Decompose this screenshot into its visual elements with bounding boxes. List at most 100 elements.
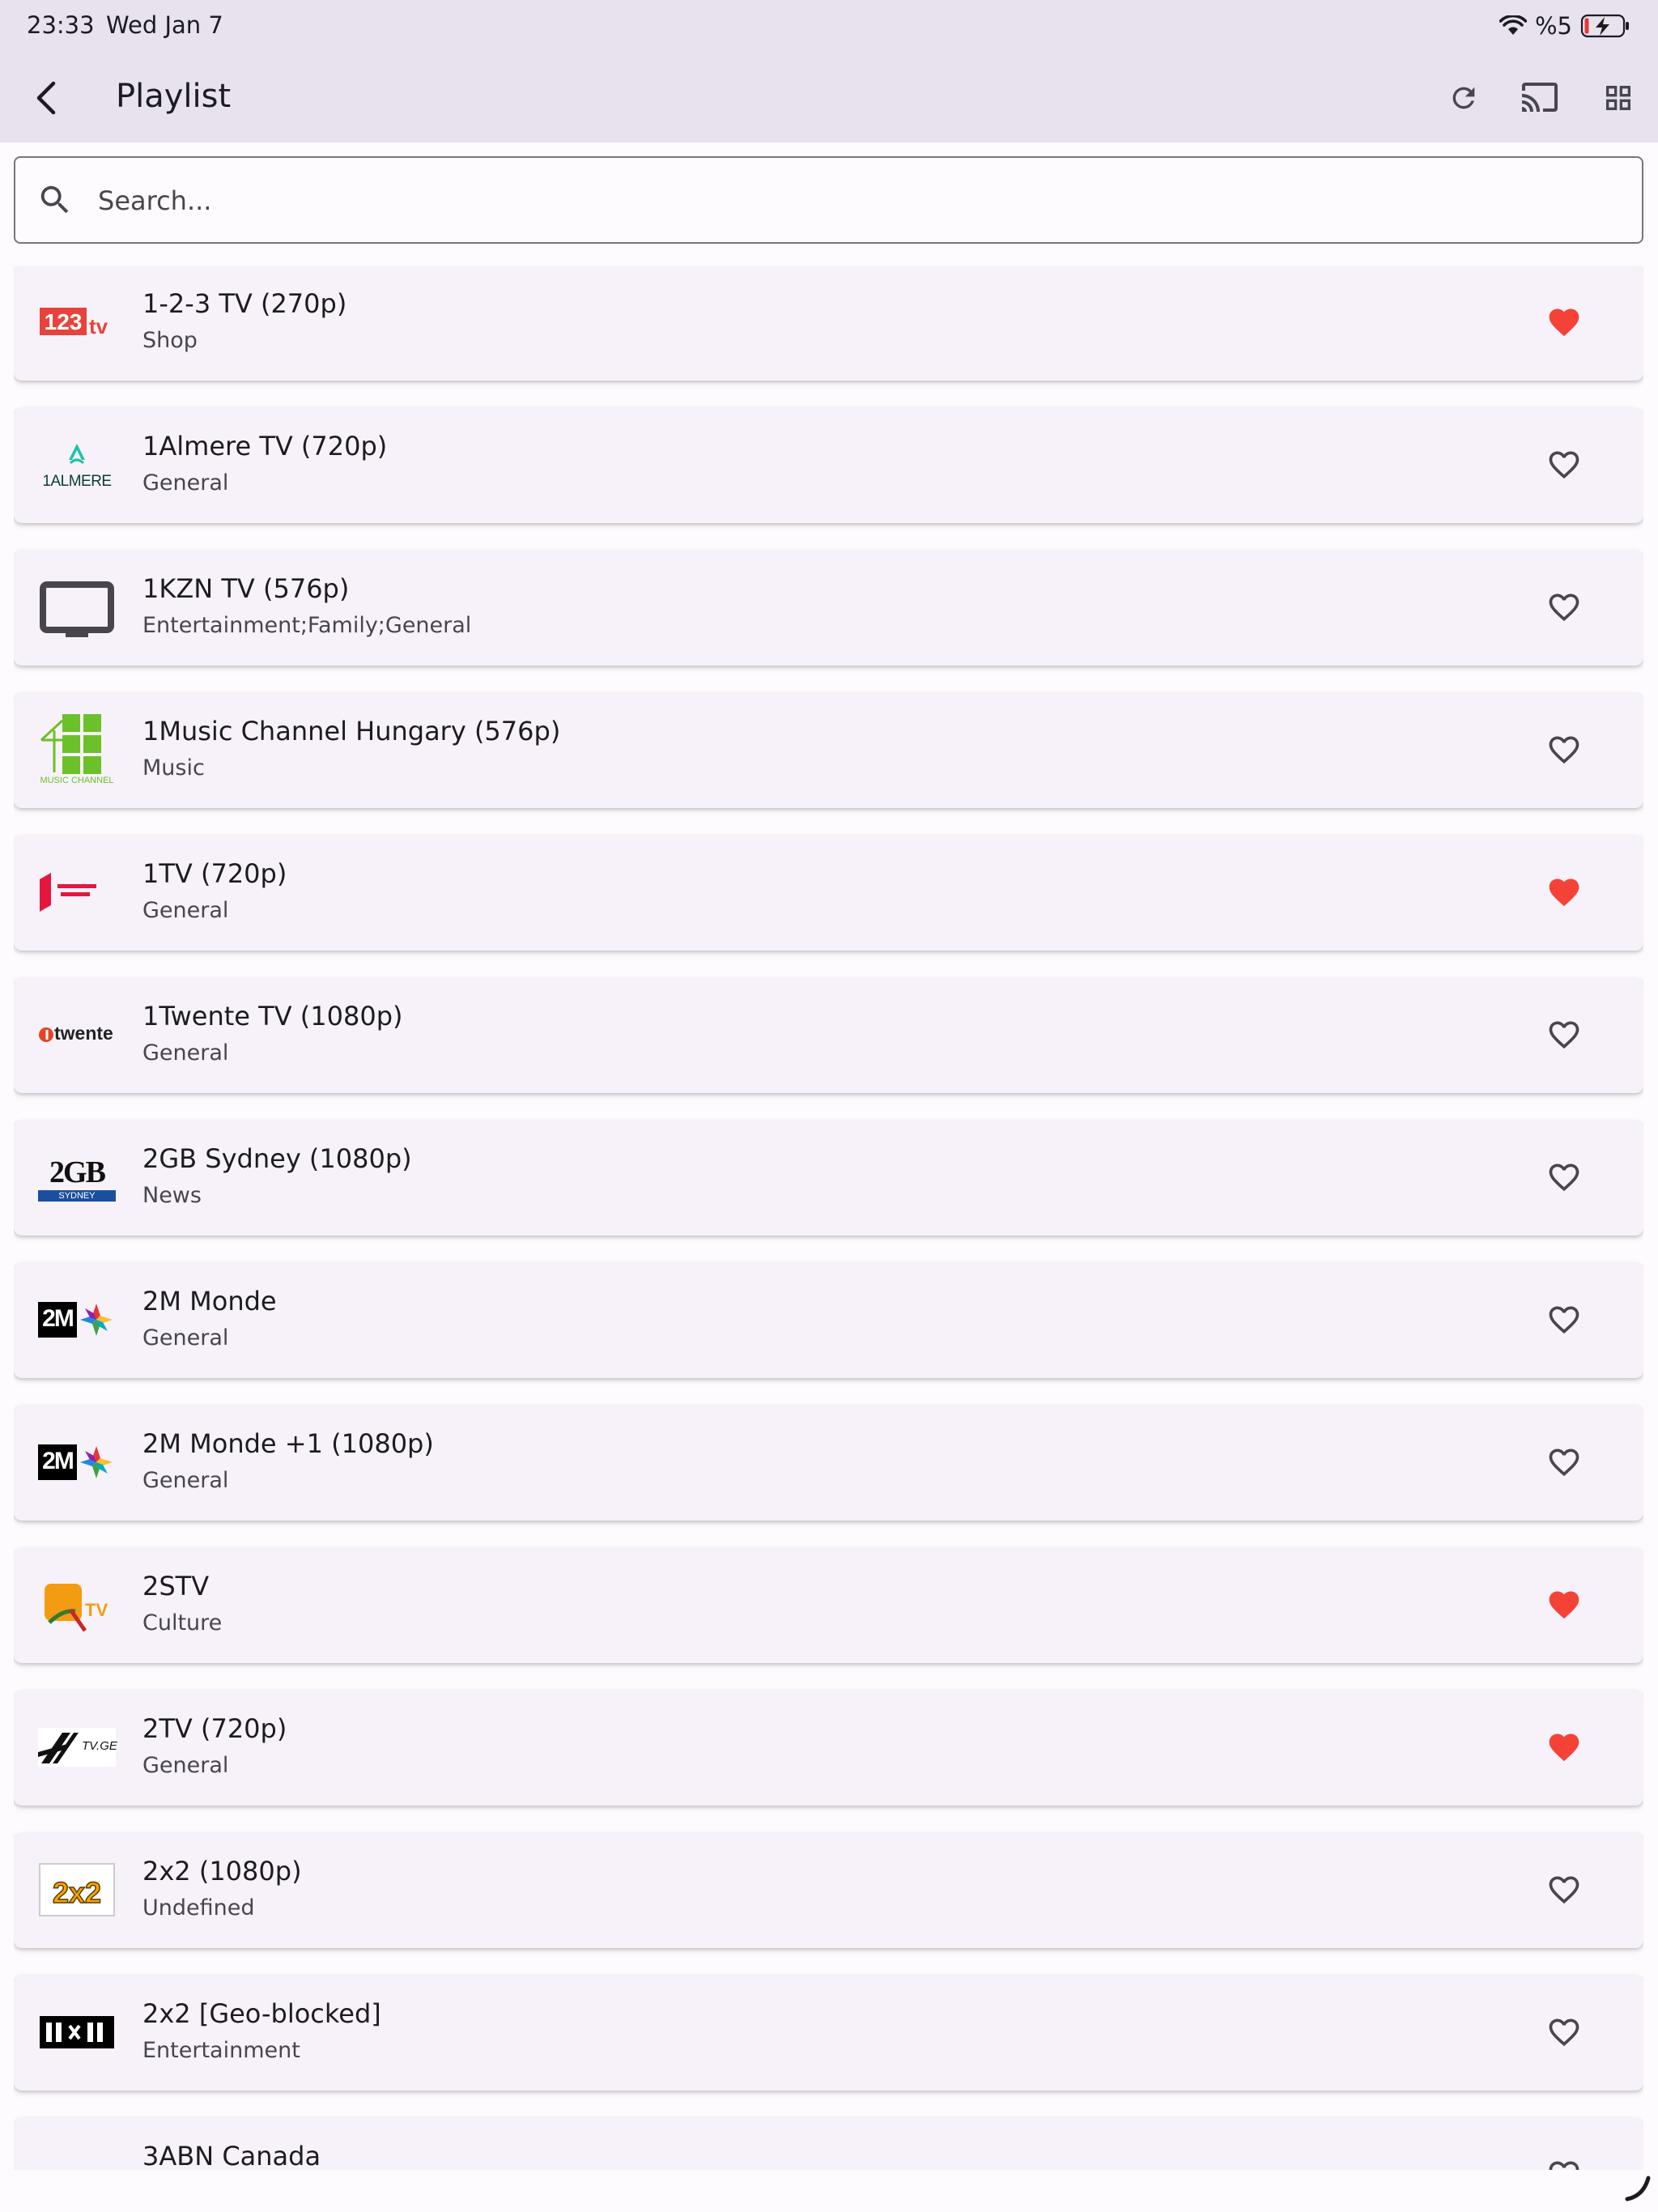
heart-outline-icon — [1549, 1021, 1579, 1049]
2m-logo-text: 2M — [42, 1305, 74, 1332]
channel-row[interactable]: 3ABN Canada — [14, 2118, 1643, 2170]
channel-row[interactable]: 1ALMERE 1Almere TV (720p) General — [14, 408, 1643, 523]
channel-category: General — [142, 1753, 229, 1778]
heart-outline-icon — [1549, 1163, 1579, 1192]
favorite-button[interactable] — [1540, 583, 1588, 632]
favorite-button[interactable] — [1540, 725, 1588, 774]
favorite-button[interactable] — [1540, 440, 1588, 489]
channel-category: News — [142, 1183, 202, 1208]
channel-name: 2GB Sydney (1080p) — [142, 1143, 412, 1174]
heart-filled-icon — [1549, 1733, 1579, 1762]
refresh-button[interactable] — [1435, 71, 1492, 125]
back-button[interactable] — [24, 71, 68, 125]
channel-category: General — [142, 1040, 229, 1066]
channel-category: Entertainment;Family;General — [142, 613, 472, 638]
1twente-logo-text: twente — [54, 1023, 113, 1044]
arrow-back-icon — [36, 81, 56, 115]
status-time: 23:33 — [27, 11, 95, 39]
favorite-button[interactable] — [1540, 1010, 1588, 1059]
favorite-button[interactable] — [1540, 1153, 1588, 1202]
search-input[interactable] — [96, 174, 1622, 228]
channel-name: 1-2-3 TV (270p) — [142, 288, 347, 319]
favorite-button[interactable] — [1540, 1580, 1588, 1629]
2tv-stripes-icon — [38, 1733, 79, 1763]
2x2-logo: 2x2 — [38, 1851, 116, 1929]
channel-name: 2x2 [Geo-blocked] — [142, 1998, 381, 2029]
favorite-button[interactable] — [1540, 1723, 1588, 1772]
channel-row[interactable]: 1TV (720p) General — [14, 836, 1643, 951]
1twente-logo: twente — [38, 996, 116, 1074]
heart-outline-icon — [1549, 1876, 1579, 1904]
2stv-logo: TV — [38, 1566, 116, 1644]
channel-category: Undefined — [142, 1895, 255, 1921]
channel-row[interactable]: 2GB SYDNEY 2GB Sydney (1080p) News — [14, 1121, 1643, 1236]
wifi-icon — [1499, 15, 1527, 35]
2x2-geo-logo — [38, 1993, 116, 2071]
status-indicators: %5 — [1499, 10, 1630, 42]
channel-row[interactable]: 2x2 2x2 (1080p) Undefined — [14, 1833, 1643, 1948]
2m-logo: 2M — [38, 1423, 116, 1501]
heart-filled-icon — [1549, 878, 1579, 907]
channel-row[interactable]: twente 1Twente TV (1080p) General — [14, 978, 1643, 1093]
corner-indicator-icon — [1625, 2176, 1651, 2201]
favorite-button[interactable] — [1540, 1295, 1588, 1344]
1music-logo: MUSIC CHANNEL — [38, 711, 116, 789]
channel-category: General — [142, 470, 229, 496]
channel-row[interactable]: TV 2STV Culture — [14, 1548, 1643, 1663]
heart-outline-icon — [1549, 451, 1579, 479]
channel-name: 1Almere TV (720p) — [142, 431, 388, 462]
channel-row[interactable]: MUSIC CHANNEL 1Music Channel Hungary (57… — [14, 693, 1643, 808]
svg-text:TV: TV — [85, 1600, 108, 1620]
battery-charging-icon — [1580, 14, 1629, 38]
heart-outline-icon — [1549, 2018, 1579, 2047]
cast-button[interactable] — [1511, 71, 1568, 125]
1almere-logo-text: 1ALMERE — [42, 473, 112, 490]
channel-row[interactable]: 2M 2M Monde General — [14, 1263, 1643, 1378]
3abn-logo — [38, 2136, 116, 2170]
favorite-button[interactable] — [1540, 2150, 1588, 2170]
channel-name: 2M Monde — [142, 1286, 277, 1317]
channel-category: General — [142, 1468, 229, 1493]
channel-row[interactable]: 123 tv 1-2-3 TV (270p) Shop — [14, 266, 1643, 381]
2m-star-icon — [80, 1304, 113, 1336]
channel-category: Music — [142, 755, 205, 781]
search-icon — [40, 185, 69, 214]
favorite-button[interactable] — [1540, 1865, 1588, 1914]
favorite-button[interactable] — [1540, 868, 1588, 917]
channel-name: 3ABN Canada — [142, 2141, 321, 2170]
channel-category: General — [142, 1325, 229, 1351]
channel-list[interactable]: 123 tv 1-2-3 TV (270p) Shop 1ALMERE 1Alm… — [14, 266, 1643, 2170]
bottom-safe-area — [0, 2170, 1658, 2212]
heart-outline-icon — [1549, 1448, 1579, 1477]
heart-outline-icon — [1549, 1306, 1579, 1334]
2gb-logo-subtext: SYDNEY — [58, 1191, 96, 1201]
channel-name: 1TV (720p) — [142, 858, 287, 889]
heart-outline-icon — [1549, 593, 1579, 622]
svg-text:tv: tv — [89, 314, 108, 338]
1tv-georgia-logo — [38, 853, 116, 931]
favorite-button[interactable] — [1540, 298, 1588, 347]
2m-star-icon — [80, 1446, 113, 1478]
1music-logo-text: MUSIC CHANNEL — [40, 776, 114, 785]
2m-logo-text: 2M — [42, 1448, 74, 1474]
favorite-button[interactable] — [1540, 1438, 1588, 1487]
refresh-icon — [1452, 87, 1475, 109]
channel-row[interactable]: 1KZN TV (576p) Entertainment;Family;Gene… — [14, 551, 1643, 666]
channel-row[interactable]: 2x2 [Geo-blocked] Entertainment — [14, 1976, 1643, 2091]
page-title: Playlist — [116, 78, 232, 115]
channel-name: 2TV (720p) — [142, 1713, 287, 1744]
svg-text:2x2: 2x2 — [53, 1876, 101, 1909]
grid-view-button[interactable] — [1590, 71, 1647, 125]
channel-name: 1KZN TV (576p) — [142, 573, 350, 604]
heart-filled-icon — [1549, 1591, 1579, 1619]
123tv-logo: 123 tv — [38, 283, 116, 361]
channel-name: 2M Monde +1 (1080p) — [142, 1428, 434, 1459]
favorite-button[interactable] — [1540, 2008, 1588, 2057]
channel-row[interactable]: TV.GE 2TV (720p) General — [14, 1691, 1643, 1806]
tv-placeholder-icon — [38, 568, 116, 646]
channel-row[interactable]: 2M 2M Monde +1 (1080p) General — [14, 1406, 1643, 1521]
channel-name: 2x2 (1080p) — [142, 1856, 302, 1887]
channel-name: 2STV — [142, 1571, 210, 1602]
2gb-logo-text: 2GB — [49, 1155, 106, 1189]
search-bar[interactable] — [14, 156, 1643, 244]
